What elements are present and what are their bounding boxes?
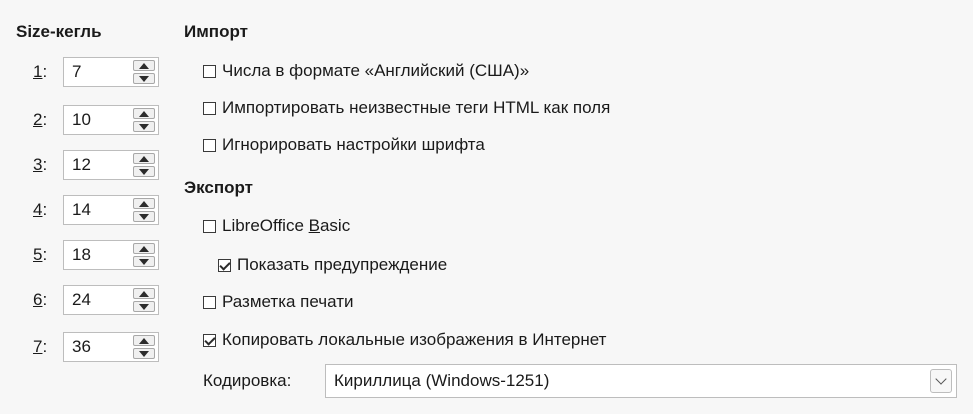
encoding-select[interactable]: Кириллица (Windows-1251) bbox=[325, 364, 957, 398]
size-2-increment-button[interactable] bbox=[133, 108, 155, 119]
export-option-libreoffice-basic[interactable]: LibreOffice Basic bbox=[203, 214, 350, 238]
export-option-show-warning[interactable]: Показать предупреждение bbox=[218, 253, 447, 277]
size-1-increment-button[interactable] bbox=[133, 60, 155, 71]
arrow-down-icon bbox=[139, 303, 149, 310]
import-section-title: Импорт bbox=[184, 22, 248, 41]
size-label-1: 1: bbox=[33, 62, 48, 81]
checkbox-label: Копировать локальные изображения в Интер… bbox=[222, 330, 607, 349]
size-3-value[interactable]: 12 bbox=[72, 155, 91, 175]
checkbox-checked[interactable] bbox=[218, 258, 231, 272]
arrow-down-icon bbox=[139, 168, 149, 175]
size-7-decrement-button[interactable] bbox=[133, 348, 155, 359]
size-row-3: 3: 12 bbox=[33, 150, 159, 180]
checkbox[interactable] bbox=[203, 138, 216, 152]
size-row-1: 1: 7 bbox=[33, 57, 159, 87]
size-1-decrement-button[interactable] bbox=[133, 73, 155, 84]
size-4-value[interactable]: 14 bbox=[72, 200, 91, 220]
size-2-decrement-button[interactable] bbox=[133, 121, 155, 132]
size-5-value[interactable]: 18 bbox=[72, 245, 91, 265]
size-6-value[interactable]: 24 bbox=[72, 290, 91, 310]
size-row-5: 5: 18 bbox=[33, 240, 159, 270]
size-5-decrement-button[interactable] bbox=[133, 256, 155, 267]
size-section-title: Size-кегль bbox=[16, 22, 102, 41]
size-3-increment-button[interactable] bbox=[133, 153, 155, 164]
checkbox[interactable] bbox=[203, 219, 216, 233]
size-4-increment-button[interactable] bbox=[133, 198, 155, 209]
checkbox[interactable] bbox=[203, 64, 216, 78]
import-option-unknown-html-tags[interactable]: Импортировать неизвестные теги HTML как … bbox=[203, 96, 610, 120]
arrow-up-icon bbox=[139, 337, 149, 344]
arrow-up-icon bbox=[139, 290, 149, 297]
size-6-increment-button[interactable] bbox=[133, 288, 155, 299]
export-option-print-layout[interactable]: Разметка печати bbox=[203, 290, 354, 314]
arrow-up-icon bbox=[139, 110, 149, 117]
checkbox-label: Разметка печати bbox=[222, 292, 354, 311]
export-option-copy-local-images[interactable]: Копировать локальные изображения в Интер… bbox=[203, 328, 606, 352]
checkbox-label: Игнорировать настройки шрифта bbox=[222, 135, 485, 154]
size-label-3: 3: bbox=[33, 155, 48, 174]
size-label-2: 2: bbox=[33, 110, 48, 129]
size-4-decrement-button[interactable] bbox=[133, 211, 155, 222]
size-3-spinbox[interactable]: 12 bbox=[63, 150, 159, 180]
size-row-2: 2: 10 bbox=[33, 105, 159, 135]
size-2-value[interactable]: 10 bbox=[72, 110, 91, 130]
arrow-down-icon bbox=[139, 213, 149, 220]
checkbox-label: LibreOffice Basic bbox=[222, 216, 351, 235]
size-7-spinbox[interactable]: 36 bbox=[63, 332, 159, 362]
size-7-increment-button[interactable] bbox=[133, 335, 155, 346]
chevron-down-icon bbox=[935, 373, 947, 385]
encoding-label: Кодировка: bbox=[203, 371, 292, 390]
encoding-value: Кириллица (Windows-1251) bbox=[334, 371, 550, 390]
size-6-decrement-button[interactable] bbox=[133, 301, 155, 312]
size-4-spinbox[interactable]: 14 bbox=[63, 195, 159, 225]
size-1-spinbox[interactable]: 7 bbox=[63, 57, 159, 87]
checkbox[interactable] bbox=[203, 101, 216, 115]
arrow-down-icon bbox=[139, 123, 149, 130]
size-label-7: 7: bbox=[33, 337, 48, 356]
arrow-up-icon bbox=[139, 245, 149, 252]
size-7-value[interactable]: 36 bbox=[72, 337, 91, 357]
size-1-value[interactable]: 7 bbox=[72, 62, 81, 82]
arrow-down-icon bbox=[139, 75, 149, 82]
size-5-spinbox[interactable]: 18 bbox=[63, 240, 159, 270]
arrow-up-icon bbox=[139, 155, 149, 162]
checkbox-checked[interactable] bbox=[203, 333, 216, 347]
import-option-ignore-font-settings[interactable]: Игнорировать настройки шрифта bbox=[203, 133, 485, 157]
size-6-spinbox[interactable]: 24 bbox=[63, 285, 159, 315]
size-3-decrement-button[interactable] bbox=[133, 166, 155, 177]
checkbox[interactable] bbox=[203, 295, 216, 309]
size-row-7: 7: 36 bbox=[33, 332, 159, 362]
arrow-down-icon bbox=[139, 350, 149, 357]
size-label-5: 5: bbox=[33, 245, 48, 264]
arrow-up-icon bbox=[139, 200, 149, 207]
size-label-6: 6: bbox=[33, 290, 48, 309]
arrow-down-icon bbox=[139, 258, 149, 265]
size-label-4: 4: bbox=[33, 200, 48, 219]
size-row-6: 6: 24 bbox=[33, 285, 159, 315]
size-row-4: 4: 14 bbox=[33, 195, 159, 225]
import-option-english-numbers[interactable]: Числа в формате «Английский (США)» bbox=[203, 59, 529, 83]
export-section-title: Экспорт bbox=[184, 178, 253, 197]
size-5-increment-button[interactable] bbox=[133, 243, 155, 254]
checkbox-label: Показать предупреждение bbox=[237, 255, 448, 274]
arrow-up-icon bbox=[139, 62, 149, 69]
checkbox-label: Числа в формате «Английский (США)» bbox=[222, 61, 530, 80]
size-2-spinbox[interactable]: 10 bbox=[63, 105, 159, 135]
encoding-dropdown-button[interactable] bbox=[930, 369, 952, 393]
checkbox-label: Импортировать неизвестные теги HTML как … bbox=[222, 98, 611, 117]
